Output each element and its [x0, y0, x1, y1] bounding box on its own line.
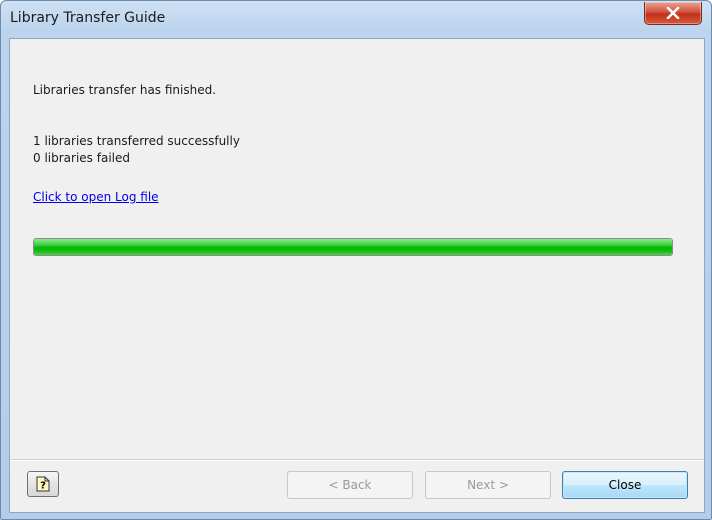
dialog-window: Library Transfer Guide Libraries transfe… — [0, 0, 712, 520]
back-button[interactable]: < Back — [287, 471, 413, 499]
open-log-link[interactable]: Click to open Log file — [33, 190, 159, 204]
help-icon: ? — [36, 476, 50, 492]
success-count-text: 1 libraries transferred successfully — [33, 134, 240, 148]
next-button[interactable]: Next > — [425, 471, 551, 499]
dialog-content: Libraries transfer has finished. 1 libra… — [9, 38, 705, 513]
close-icon — [666, 7, 680, 19]
title-bar[interactable]: Library Transfer Guide — [1, 1, 711, 37]
window-title: Library Transfer Guide — [10, 10, 166, 26]
footer-separator — [10, 459, 704, 461]
svg-text:?: ? — [40, 481, 46, 492]
transfer-progress-bar — [33, 238, 673, 256]
window-close-button[interactable] — [644, 2, 702, 25]
progress-fill — [34, 239, 672, 255]
status-message: Libraries transfer has finished. — [33, 83, 217, 97]
help-button[interactable]: ? — [27, 471, 59, 497]
close-button[interactable]: Close — [562, 471, 688, 499]
failed-count-text: 0 libraries failed — [33, 151, 130, 165]
